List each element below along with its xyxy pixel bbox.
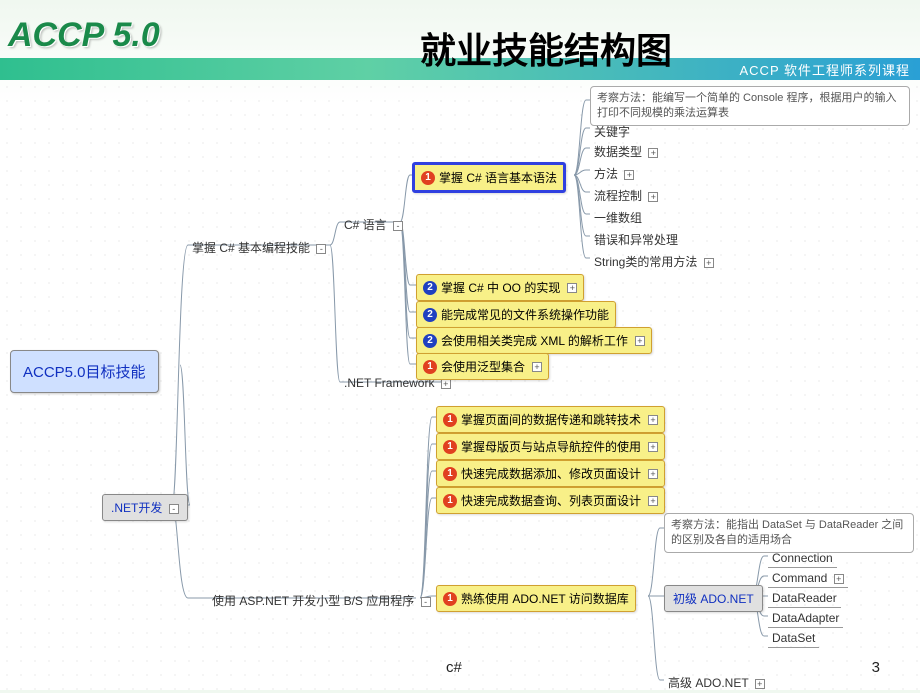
csharp-note: 考察方法：能编写一个简单的 Console 程序，根据用户的输入打印不同规模的乘… [590, 86, 910, 126]
expand-icon[interactable]: + [648, 442, 658, 452]
adonet-item-4[interactable]: DataAdapter [768, 609, 843, 628]
branch-csharp-label: C# 语言 [344, 218, 387, 232]
expand-icon[interactable]: - [421, 597, 431, 607]
priority-1-icon: 1 [443, 413, 457, 427]
dotnet-item-3-label: 快速完成数据添加、修改页面设计 [461, 465, 641, 482]
expand-icon[interactable]: + [624, 170, 634, 180]
expand-icon[interactable]: + [441, 379, 451, 389]
adonet-main-label: 熟练使用 ADO.NET 访问数据库 [461, 590, 629, 607]
root-node[interactable]: ACCP5.0目标技能 [10, 350, 159, 393]
branch-skill[interactable]: 掌握 C# 基本编程技能 - [188, 237, 330, 258]
branch-csharp[interactable]: C# 语言 - [340, 214, 407, 235]
csharp-sub-7[interactable]: String类的常用方法 + [590, 251, 718, 272]
expand-icon[interactable]: + [648, 469, 658, 479]
csharp-sub-1[interactable]: 关键字 [590, 121, 634, 142]
priority-2-icon: 2 [423, 308, 437, 322]
csharp-topic-1[interactable]: 1 掌握 C# 语言基本语法 [412, 162, 566, 193]
priority-1-icon: 1 [443, 494, 457, 508]
logo: ACCP 5.0 [8, 16, 160, 55]
priority-2-icon: 2 [423, 281, 437, 295]
dotnet-item-1-label: 掌握页面间的数据传递和跳转技术 [461, 411, 641, 428]
adonet-primary-label: 初级 ADO.NET [673, 592, 754, 606]
csharp-topic-4-label: 会使用相关类完成 XML 的解析工作 [441, 332, 628, 349]
priority-1-icon: 1 [421, 171, 435, 185]
adonet-item-2[interactable]: Command + [768, 569, 848, 588]
csharp-topic-5[interactable]: 1 会使用泛型集合 + [416, 353, 549, 380]
adonet-item-1[interactable]: Connection [768, 549, 837, 568]
dotnet-item-1[interactable]: 1 掌握页面间的数据传递和跳转技术 + [436, 406, 665, 433]
adonet-main[interactable]: 1 熟练使用 ADO.NET 访问数据库 [436, 585, 636, 612]
csharp-topic-3[interactable]: 2 能完成常见的文件系统操作功能 [416, 301, 616, 328]
expand-icon[interactable]: + [834, 574, 844, 584]
adonet-advanced-label: 高级 ADO.NET [668, 676, 748, 690]
expand-icon[interactable]: + [755, 679, 765, 689]
expand-icon[interactable]: + [648, 148, 658, 158]
branch-aspnet[interactable]: 使用 ASP.NET 开发小型 B/S 应用程序 - [208, 590, 435, 611]
csharp-topic-1-label: 掌握 C# 语言基本语法 [439, 169, 557, 186]
expand-icon[interactable]: - [393, 221, 403, 231]
expand-icon[interactable]: + [648, 415, 658, 425]
dotnet-item-2-label: 掌握母版页与站点导航控件的使用 [461, 438, 641, 455]
branch-skill-label: 掌握 C# 基本编程技能 [192, 241, 310, 255]
csharp-sub-4-label: 流程控制 [594, 189, 642, 203]
adonet-item-3[interactable]: DataReader [768, 589, 841, 608]
adonet-primary[interactable]: 初级 ADO.NET [664, 585, 763, 612]
csharp-sub-3-label: 方法 [594, 167, 618, 181]
expand-icon[interactable]: + [704, 258, 714, 268]
page-number: 3 [872, 659, 880, 676]
net-dev-label: .NET开发 [111, 501, 162, 515]
tagline: ACCP 软件工程师系列课程 [740, 60, 911, 79]
csharp-sub-5[interactable]: 一维数组 [590, 207, 646, 228]
csharp-topic-5-label: 会使用泛型集合 [441, 358, 525, 375]
expand-icon[interactable]: + [648, 496, 658, 506]
expand-icon[interactable]: - [169, 504, 179, 514]
dotnet-item-3[interactable]: 1 快速完成数据添加、修改页面设计 + [436, 460, 665, 487]
expand-icon[interactable]: + [532, 362, 542, 372]
csharp-topic-4[interactable]: 2 会使用相关类完成 XML 的解析工作 + [416, 327, 652, 354]
expand-icon[interactable]: + [567, 283, 577, 293]
dotnet-item-2[interactable]: 1 掌握母版页与站点导航控件的使用 + [436, 433, 665, 460]
dotnet-item-4[interactable]: 1 快速完成数据查询、列表页面设计 + [436, 487, 665, 514]
csharp-topic-2[interactable]: 2 掌握 C# 中 OO 的实现 + [416, 274, 584, 301]
expand-icon[interactable]: + [635, 336, 645, 346]
priority-2-icon: 2 [423, 334, 437, 348]
priority-1-icon: 1 [443, 440, 457, 454]
priority-1-icon: 1 [443, 467, 457, 481]
page-title: 就业技能结构图 [420, 22, 672, 74]
adonet-note: 考察方法：能指出 DataSet 与 DataReader 之间的区别及各自的适… [664, 513, 914, 553]
expand-icon[interactable]: + [648, 192, 658, 202]
priority-1-icon: 1 [443, 592, 457, 606]
adonet-item-5[interactable]: DataSet [768, 629, 819, 648]
adonet-item-2-label: Command [772, 571, 827, 585]
dotnet-item-4-label: 快速完成数据查询、列表页面设计 [461, 492, 641, 509]
csharp-sub-6[interactable]: 错误和异常处理 [590, 229, 682, 250]
branch-aspnet-label: 使用 ASP.NET 开发小型 B/S 应用程序 [212, 594, 414, 608]
csharp-sub-4[interactable]: 流程控制 + [590, 185, 662, 206]
csharp-topic-2-label: 掌握 C# 中 OO 的实现 [441, 279, 560, 296]
footer-text: c# [446, 659, 462, 676]
expand-icon[interactable]: - [316, 244, 326, 254]
csharp-topic-3-label: 能完成常见的文件系统操作功能 [441, 306, 609, 323]
net-dev-node[interactable]: .NET开发 - [102, 494, 188, 521]
priority-1-icon: 1 [423, 360, 437, 374]
csharp-sub-3[interactable]: 方法 + [590, 163, 638, 184]
csharp-sub-2-label: 数据类型 [594, 145, 642, 159]
csharp-sub-7-label: String类的常用方法 [594, 255, 697, 269]
csharp-sub-2[interactable]: 数据类型 + [590, 141, 662, 162]
